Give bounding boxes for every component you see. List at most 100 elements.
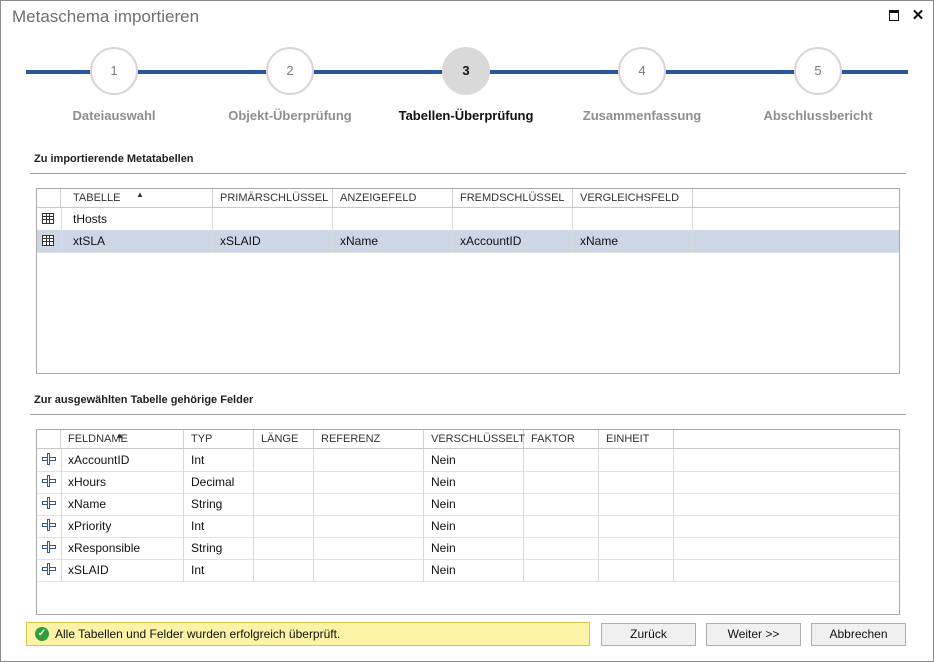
wizard-step-5-circle: 5 bbox=[794, 47, 842, 95]
tables-grid[interactable]: TABELLE ▲ PRIMÄRSCHLÜSSEL ANZEIGEFELD FREMDS… bbox=[36, 188, 900, 374]
table-row[interactable]: xPriority Int Nein bbox=[37, 515, 899, 538]
column-header-label: FAKTOR bbox=[531, 433, 575, 445]
wizard-step-1-circle: 1 bbox=[90, 47, 138, 95]
fields-section-title: Zur ausgewählten Tabelle gehörige Felder bbox=[34, 394, 254, 406]
cell-länge bbox=[254, 449, 314, 471]
column-header-label: TABELLE bbox=[73, 192, 121, 204]
cell-vergleichsfeld bbox=[573, 208, 693, 230]
check-circle-icon: ✓ bbox=[35, 627, 49, 641]
wizard-step-2-label: Objekt-Überprüfung bbox=[228, 108, 352, 123]
fields-grid[interactable]: FELDNAME ▲ TYP LÄNGE REFERENZ VERSCHLÜSSELT FA… bbox=[36, 429, 900, 615]
column-header-einheit[interactable]: EINHEIT bbox=[599, 430, 674, 448]
cell-verschlüsselt: Nein bbox=[424, 493, 524, 515]
sort-ascending-icon: ▲ bbox=[136, 190, 144, 199]
close-icon: ✕ bbox=[911, 7, 925, 24]
cell-vergleichsfeld: xName bbox=[573, 230, 693, 252]
next-button[interactable]: Weiter >> bbox=[706, 623, 801, 646]
cell-primärschlüssel: xSLAID bbox=[213, 230, 333, 252]
maximize-icon bbox=[889, 10, 899, 22]
cell-referenz bbox=[314, 471, 424, 493]
wizard-step-3-circle: 3 bbox=[442, 47, 490, 95]
cell-fremdschlüssel bbox=[453, 208, 573, 230]
field-icon bbox=[42, 475, 56, 487]
column-header-label: PRIMÄRSCHLÜSSEL bbox=[220, 192, 329, 204]
column-header-verschlüsselt[interactable]: VERSCHLÜSSELT bbox=[424, 430, 525, 448]
table-row[interactable]: xHours Decimal Nein bbox=[37, 471, 899, 494]
field-icon bbox=[42, 497, 56, 509]
field-icon bbox=[42, 541, 56, 553]
table-row[interactable]: xAccountID Int Nein bbox=[37, 449, 899, 472]
cell-fremdschlüssel: xAccountID bbox=[453, 230, 573, 252]
header-icon-column bbox=[37, 430, 61, 448]
cell-typ: Int bbox=[184, 559, 254, 581]
wizard-step-2-circle: 2 bbox=[266, 47, 314, 95]
column-header-tabelle[interactable]: TABELLE ▲ bbox=[66, 189, 213, 207]
row-icon-cell bbox=[37, 471, 62, 493]
column-header-anzeigefeld[interactable]: ANZEIGEFELD bbox=[333, 189, 453, 207]
title-bar: Metaschema importieren ✕ bbox=[0, 0, 934, 34]
column-header-feldname[interactable]: FELDNAME ▲ bbox=[61, 430, 184, 448]
column-header-label: LÄNGE bbox=[261, 433, 299, 445]
cell-einheit bbox=[599, 537, 674, 559]
cell-faktor bbox=[524, 515, 599, 537]
table-row[interactable]: xResponsible String Nein bbox=[37, 537, 899, 560]
cell-referenz bbox=[314, 559, 424, 581]
cell-länge bbox=[254, 471, 314, 493]
cell-primärschlüssel bbox=[213, 208, 333, 230]
column-header-label: VERGLEICHSFELD bbox=[580, 192, 680, 204]
column-header-vergleichsfeld[interactable]: VERGLEICHSFELD bbox=[573, 189, 693, 207]
cell-feldname: xName bbox=[61, 493, 184, 515]
cell-einheit bbox=[599, 493, 674, 515]
cell-anzeigefeld: xName bbox=[333, 230, 453, 252]
row-icon-cell bbox=[37, 515, 62, 537]
row-icon-cell bbox=[37, 449, 62, 471]
cell-feldname: xResponsible bbox=[61, 537, 184, 559]
cell-typ: Decimal bbox=[184, 471, 254, 493]
cell-verschlüsselt: Nein bbox=[424, 559, 524, 581]
status-message-text: Alle Tabellen und Felder wurden erfolgre… bbox=[55, 627, 341, 641]
table-row[interactable]: xtSLA xSLAID xName xAccountID xName bbox=[37, 230, 899, 253]
cell-verschlüsselt: Nein bbox=[424, 537, 524, 559]
maximize-button[interactable] bbox=[884, 6, 904, 26]
cell-feldname: xAccountID bbox=[61, 449, 184, 471]
cell-feldname: xSLAID bbox=[61, 559, 184, 581]
cell-referenz bbox=[314, 493, 424, 515]
table-row[interactable]: xName String Nein bbox=[37, 493, 899, 516]
column-header-faktor[interactable]: FAKTOR bbox=[524, 430, 599, 448]
cell-referenz bbox=[314, 537, 424, 559]
cell-verschlüsselt: Nein bbox=[424, 471, 524, 493]
column-header-referenz[interactable]: REFERENZ bbox=[314, 430, 424, 448]
column-header-label: EINHEIT bbox=[606, 433, 650, 445]
grid-header: TABELLE ▲ PRIMÄRSCHLÜSSEL ANZEIGEFELD FREMDS… bbox=[37, 189, 899, 208]
back-button[interactable]: Zurück bbox=[601, 623, 696, 646]
cancel-button[interactable]: Abbrechen bbox=[811, 623, 906, 646]
cell-faktor bbox=[524, 559, 599, 581]
cell-referenz bbox=[314, 449, 424, 471]
cell-faktor bbox=[524, 449, 599, 471]
wizard-step-3-label: Tabellen-Überprüfung bbox=[398, 108, 534, 123]
cell-länge bbox=[254, 559, 314, 581]
cell-typ: Int bbox=[184, 449, 254, 471]
field-icon bbox=[42, 519, 56, 531]
row-icon-cell bbox=[37, 493, 62, 515]
column-header-länge[interactable]: LÄNGE bbox=[254, 430, 314, 448]
section-divider bbox=[30, 173, 906, 174]
cell-länge bbox=[254, 515, 314, 537]
close-button[interactable]: ✕ bbox=[908, 6, 928, 26]
cell-einheit bbox=[599, 559, 674, 581]
table-icon bbox=[42, 235, 54, 246]
column-header-label: REFERENZ bbox=[321, 433, 381, 445]
row-icon-cell bbox=[37, 230, 62, 252]
table-row[interactable]: xSLAID Int Nein bbox=[37, 559, 899, 582]
table-row[interactable]: tHosts bbox=[37, 208, 899, 231]
section-divider bbox=[30, 414, 906, 415]
cell-einheit bbox=[599, 471, 674, 493]
column-header-typ[interactable]: TYP bbox=[184, 430, 254, 448]
sort-ascending-icon: ▲ bbox=[116, 431, 124, 440]
cell-feldname: xPriority bbox=[61, 515, 184, 537]
cell-tabelle: tHosts bbox=[66, 208, 213, 230]
column-header-primärschlüssel[interactable]: PRIMÄRSCHLÜSSEL bbox=[213, 189, 333, 207]
cell-einheit bbox=[599, 449, 674, 471]
column-header-fremdschlüssel[interactable]: FREMDSCHLÜSSEL bbox=[453, 189, 573, 207]
field-icon bbox=[42, 563, 56, 575]
